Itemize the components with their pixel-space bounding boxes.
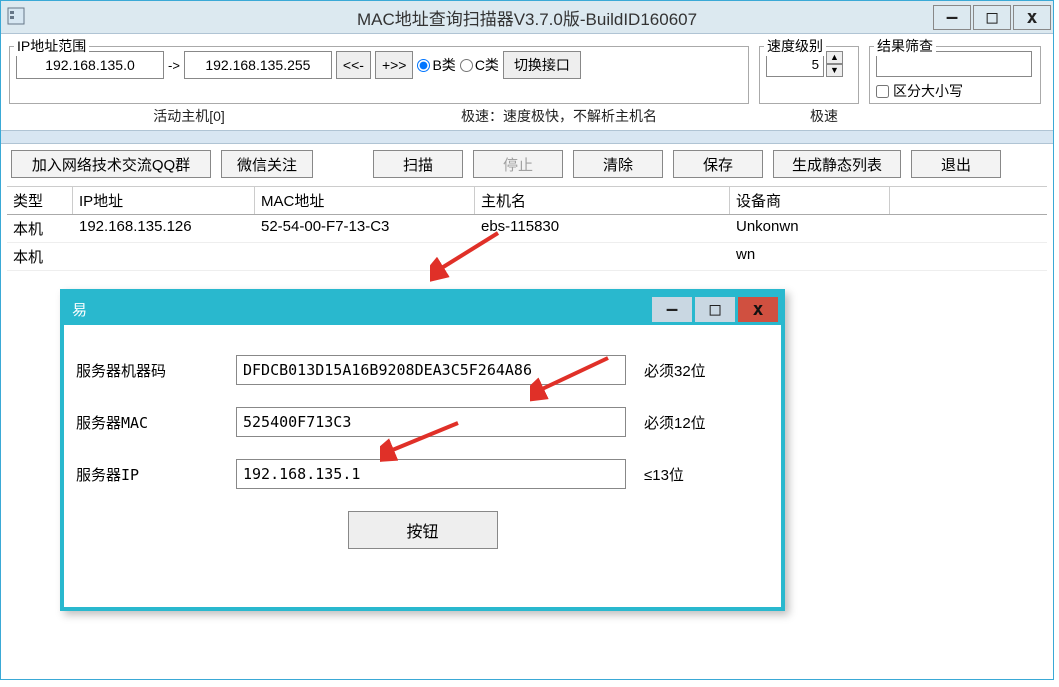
server-ip-hint: ≤13位 xyxy=(644,464,754,485)
maximize-button[interactable]: □ xyxy=(973,5,1011,30)
join-qq-button[interactable]: 加入网络技术交流QQ群 xyxy=(11,150,211,178)
speed-up-button[interactable]: ▲ xyxy=(826,51,843,64)
stop-button[interactable]: 停止 xyxy=(473,150,563,178)
speed-down-button[interactable]: ▼ xyxy=(826,64,843,77)
dialog-maximize-button[interactable]: □ xyxy=(695,297,735,322)
dialog-window: 易 — □ x 服务器机器码 必须32位 服务器MAC 必须12位 服务器IP … xyxy=(60,289,785,611)
ip-inc-button[interactable]: +>> xyxy=(375,51,414,79)
wechat-button[interactable]: 微信关注 xyxy=(221,150,313,178)
table-row[interactable]: 本机 192.168.135.126 52-54-00-F7-13-C3 ebs… xyxy=(7,215,1047,243)
case-sensitive-checkbox[interactable]: 区分大小写 xyxy=(876,81,1034,101)
dialog-titlebar: 易 — □ x xyxy=(64,293,781,325)
save-button[interactable]: 保存 xyxy=(673,150,763,178)
server-mac-label: 服务器MAC xyxy=(76,412,236,433)
status-hosts: 活动主机[0] xyxy=(9,106,369,126)
speed-label: 速度级别 xyxy=(764,36,826,56)
dialog-close-button[interactable]: x xyxy=(738,297,778,322)
gen-static-button[interactable]: 生成静态列表 xyxy=(773,150,901,178)
machine-code-input[interactable] xyxy=(236,355,626,385)
separator xyxy=(1,130,1053,144)
dialog-submit-button[interactable]: 按钮 xyxy=(348,511,498,549)
result-table: 类型 IP地址 MAC地址 主机名 设备商 本机 192.168.135.126… xyxy=(7,186,1047,271)
col-ip[interactable]: IP地址 xyxy=(73,187,255,214)
status-speed-desc: 极速：速度极快，不解析主机名 xyxy=(369,106,749,126)
server-mac-input[interactable] xyxy=(236,407,626,437)
scan-button[interactable]: 扫描 xyxy=(373,150,463,178)
main-titlebar: MAC地址查询扫描器V3.7.0版-BuildID160607 — □ x xyxy=(1,1,1053,34)
minimize-button[interactable]: — xyxy=(933,5,971,30)
class-c-radio[interactable]: C类 xyxy=(460,55,499,75)
ip-end-input[interactable] xyxy=(184,51,332,79)
dialog-title: 易 xyxy=(72,299,87,320)
col-type[interactable]: 类型 xyxy=(7,187,73,214)
server-ip-label: 服务器IP xyxy=(76,464,236,485)
iprange-label: IP地址范围 xyxy=(14,36,89,56)
app-icon xyxy=(7,7,27,27)
server-mac-hint: 必须12位 xyxy=(644,412,754,433)
status-speed-short: 极速 xyxy=(749,106,899,126)
window-title: MAC地址查询扫描器V3.7.0版-BuildID160607 xyxy=(357,5,697,30)
exit-button[interactable]: 退出 xyxy=(911,150,1001,178)
col-host[interactable]: 主机名 xyxy=(475,187,730,214)
arrow-label: -> xyxy=(168,58,180,73)
dialog-minimize-button[interactable]: — xyxy=(652,297,692,322)
close-button[interactable]: x xyxy=(1013,5,1051,30)
col-mac[interactable]: MAC地址 xyxy=(255,187,475,214)
col-vendor[interactable]: 设备商 xyxy=(730,187,890,214)
class-b-radio[interactable]: B类 xyxy=(417,55,455,75)
machine-code-label: 服务器机器码 xyxy=(76,360,236,381)
ip-dec-button[interactable]: <<- xyxy=(336,51,371,79)
server-ip-input[interactable] xyxy=(236,459,626,489)
filter-label: 结果筛查 xyxy=(874,36,936,56)
switch-interface-button[interactable]: 切换接口 xyxy=(503,51,581,79)
clear-button[interactable]: 清除 xyxy=(573,150,663,178)
table-row[interactable]: 本机 wn xyxy=(7,243,1047,271)
machine-code-hint: 必须32位 xyxy=(644,360,754,381)
